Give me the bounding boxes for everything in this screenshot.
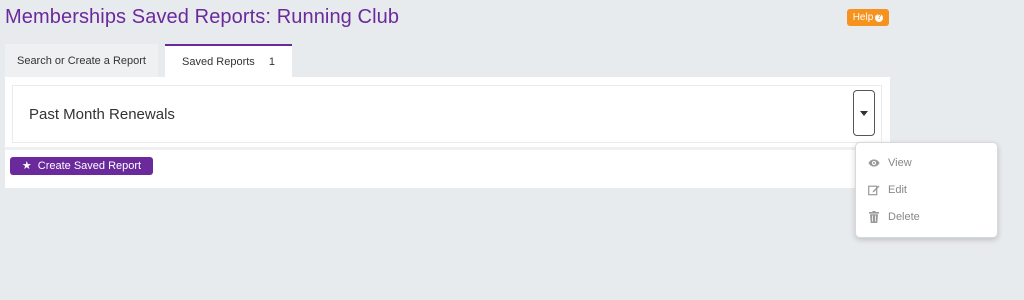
- create-saved-report-button[interactable]: ★ Create Saved Report: [10, 157, 153, 175]
- help-button[interactable]: Help ?: [847, 9, 889, 26]
- menu-item-edit[interactable]: Edit: [856, 178, 997, 202]
- tab-saved-reports[interactable]: Saved Reports 1: [165, 44, 292, 78]
- report-actions-menu: View Edit Delete: [855, 142, 998, 238]
- menu-item-label: View: [888, 157, 912, 169]
- caret-down-icon: [860, 110, 868, 116]
- report-name: Past Month Renewals: [29, 106, 175, 123]
- page-title: Memberships Saved Reports: Running Club: [5, 6, 400, 28]
- menu-item-delete[interactable]: Delete: [856, 205, 997, 229]
- menu-item-label: Delete: [888, 211, 920, 223]
- eye-icon: [868, 157, 880, 169]
- star-icon: ★: [21, 159, 32, 172]
- question-circle-icon: ?: [875, 13, 884, 22]
- trash-icon: [868, 211, 880, 223]
- menu-item-label: Edit: [888, 184, 907, 196]
- divider: [5, 147, 890, 150]
- tab-label: Search or Create a Report: [16, 54, 146, 67]
- menu-item-view[interactable]: View: [856, 151, 997, 175]
- tab-search-or-create[interactable]: Search or Create a Report: [5, 44, 158, 77]
- tab-count: 1: [268, 56, 275, 68]
- saved-report-row: Past Month Renewals: [12, 85, 882, 143]
- help-label: Help: [852, 12, 874, 23]
- tab-label: Saved Reports: [182, 56, 255, 68]
- saved-reports-panel: Past Month Renewals ★ Create Saved Repor…: [5, 77, 890, 188]
- report-actions-dropdown-button[interactable]: [853, 90, 875, 136]
- edit-icon: [868, 184, 880, 196]
- create-saved-report-label: Create Saved Report: [37, 160, 142, 172]
